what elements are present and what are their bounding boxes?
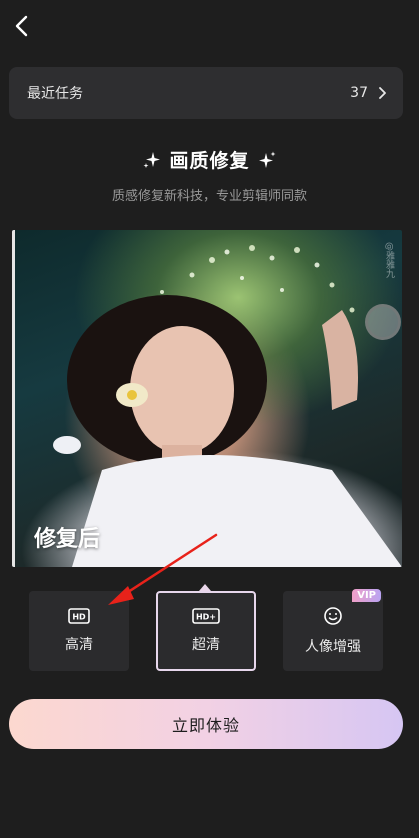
preview-image: @雅雅九 修复后 <box>12 230 402 567</box>
svg-text:HD+: HD+ <box>196 613 216 622</box>
after-label: 修复后 <box>34 527 101 552</box>
option-label: 高清 <box>65 637 93 653</box>
watermark: @雅雅九 <box>384 242 394 278</box>
compare-slider-handle[interactable] <box>365 304 401 340</box>
option-ultra-hd[interactable]: HD+ 超清 <box>156 591 256 671</box>
feature-subtitle: 质感修复新科技，专业剪辑师同款 <box>111 189 307 204</box>
recent-tasks-row[interactable]: 最近任务 37 <box>9 67 403 119</box>
recent-tasks-label: 最近任务 <box>27 86 83 102</box>
option-label: 超清 <box>192 637 220 653</box>
chevron-right-icon <box>379 87 386 99</box>
try-now-label: 立即体验 <box>171 716 240 735</box>
page-title: 画质修复 <box>169 150 250 172</box>
chevron-left-icon <box>15 15 28 37</box>
option-label: 人像增强 <box>305 639 361 655</box>
back-button[interactable] <box>8 12 36 40</box>
option-portrait-enhance[interactable]: VIP 人像增强 <box>283 589 383 671</box>
sparkle-icon <box>258 151 275 168</box>
recent-tasks-count: 37 <box>350 85 368 101</box>
sparkle-icon <box>143 151 161 168</box>
try-now-button[interactable]: 立即体验 <box>9 699 403 749</box>
selected-indicator <box>199 584 211 591</box>
face-smile-icon <box>324 607 342 625</box>
hd-plus-icon: HD+ <box>192 608 220 624</box>
compare-divider <box>12 230 15 567</box>
feature-title-row: 画质修复 <box>0 146 419 173</box>
vip-badge: VIP <box>352 589 381 602</box>
option-hd[interactable]: HD 高清 <box>29 591 129 671</box>
hd-icon: HD <box>68 608 90 624</box>
svg-text:HD: HD <box>72 613 86 622</box>
portrait-illustration <box>53 245 402 567</box>
